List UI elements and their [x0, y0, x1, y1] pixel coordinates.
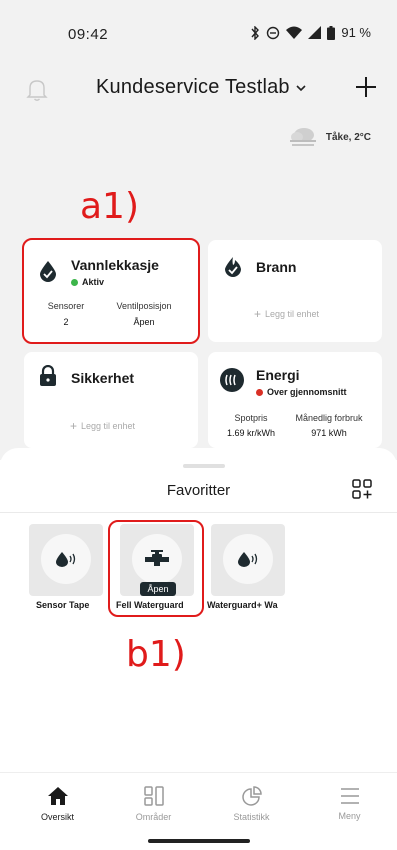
fog-cloud-icon [289, 128, 316, 146]
card-sikkerhet[interactable]: Sikkerhet + Legg til enhet [24, 352, 198, 448]
spot-price-label: Spotpris [234, 413, 268, 423]
sheet-drag-handle[interactable] [183, 464, 225, 468]
favorite-tile-waterguard-plus[interactable] [211, 524, 285, 596]
chevron-down-icon [296, 84, 306, 91]
favorite-tile-sensor-tape[interactable] [29, 524, 103, 596]
monthly-usage-value: 971 kWh [311, 428, 347, 438]
card-energi[interactable]: Energi Over gjennomsnitt Spotpris 1.69 k… [208, 352, 382, 448]
add-unit-label: Legg til enhet [81, 421, 136, 431]
status-icons: 91 % [250, 25, 371, 40]
lock-icon [40, 365, 56, 386]
annotation-a1: a1) [80, 186, 140, 227]
do-not-disturb-icon [267, 26, 280, 39]
page-title: Kundeservice Testlab [96, 76, 290, 98]
status-text: Over gjennomsnitt [267, 387, 347, 397]
plus-icon: + [70, 419, 78, 433]
location-selector[interactable]: Kundeservice Testlab [96, 76, 306, 99]
battery-percent: 91 % [341, 25, 371, 40]
nav-statistikk[interactable]: Statistikk [202, 773, 301, 835]
wifi-icon [286, 26, 303, 39]
favorites-title: Favoritter [166, 482, 231, 499]
battery-icon [327, 25, 336, 40]
bell-icon[interactable] [26, 78, 48, 102]
card-title-sikkerhet: Sikkerhet [71, 370, 135, 386]
water-sensor-icon [223, 534, 273, 584]
favorite-label: Sensor Tape [36, 600, 90, 610]
annotation-box-b1 [108, 520, 204, 617]
nav-label: Oversikt [40, 812, 74, 822]
pie-chart-icon [241, 786, 262, 806]
status-bar: 09:42 91 % [0, 0, 397, 60]
nav-label: Områder [135, 812, 172, 822]
annotation-b1: b1) [126, 634, 186, 675]
nav-omrader[interactable]: Områder [104, 773, 203, 835]
spot-price-value: 1.69 kr/kWh [226, 428, 275, 438]
status-badge: Over gjennomsnitt [256, 387, 347, 397]
status-dot [256, 388, 263, 396]
bottom-navigation: Oversikt Områder Statistikk Meny [0, 772, 397, 834]
divider [0, 512, 397, 513]
plus-icon: + [254, 307, 262, 321]
weather-text: Tåke, 2°C [325, 131, 371, 143]
water-sensor-icon [41, 534, 91, 584]
nav-label: Statistikk [233, 812, 270, 822]
signal-icon [308, 26, 322, 39]
favorite-label: Waterguard+ Wa [207, 600, 278, 610]
card-title-energi: Energi [256, 367, 300, 383]
bluetooth-icon [251, 25, 260, 40]
status-time: 09:42 [68, 26, 109, 43]
nav-oversikt[interactable]: Oversikt [8, 773, 107, 835]
weather-widget: Tåke, 2°C [288, 126, 371, 148]
fire-check-icon [225, 257, 241, 277]
plus-icon[interactable] [353, 74, 379, 100]
add-unit-link[interactable]: + Legg til enhet [70, 419, 135, 433]
menu-icon [340, 788, 359, 804]
add-widget-icon[interactable] [351, 478, 373, 500]
add-unit-label: Legg til enhet [265, 309, 320, 319]
card-brann[interactable]: Brann + Legg til enhet [208, 240, 382, 342]
home-icon [47, 787, 68, 805]
add-unit-link[interactable]: + Legg til enhet [254, 307, 319, 321]
monthly-usage-label: Månedlig forbruk [295, 413, 363, 423]
nav-label: Meny [338, 811, 361, 821]
grid-icon [143, 786, 164, 806]
annotation-box-a1 [22, 238, 200, 344]
home-indicator[interactable] [148, 839, 250, 843]
card-title-brann: Brann [256, 259, 297, 275]
energy-waves-icon [220, 368, 244, 392]
nav-meny[interactable]: Meny [300, 773, 397, 835]
